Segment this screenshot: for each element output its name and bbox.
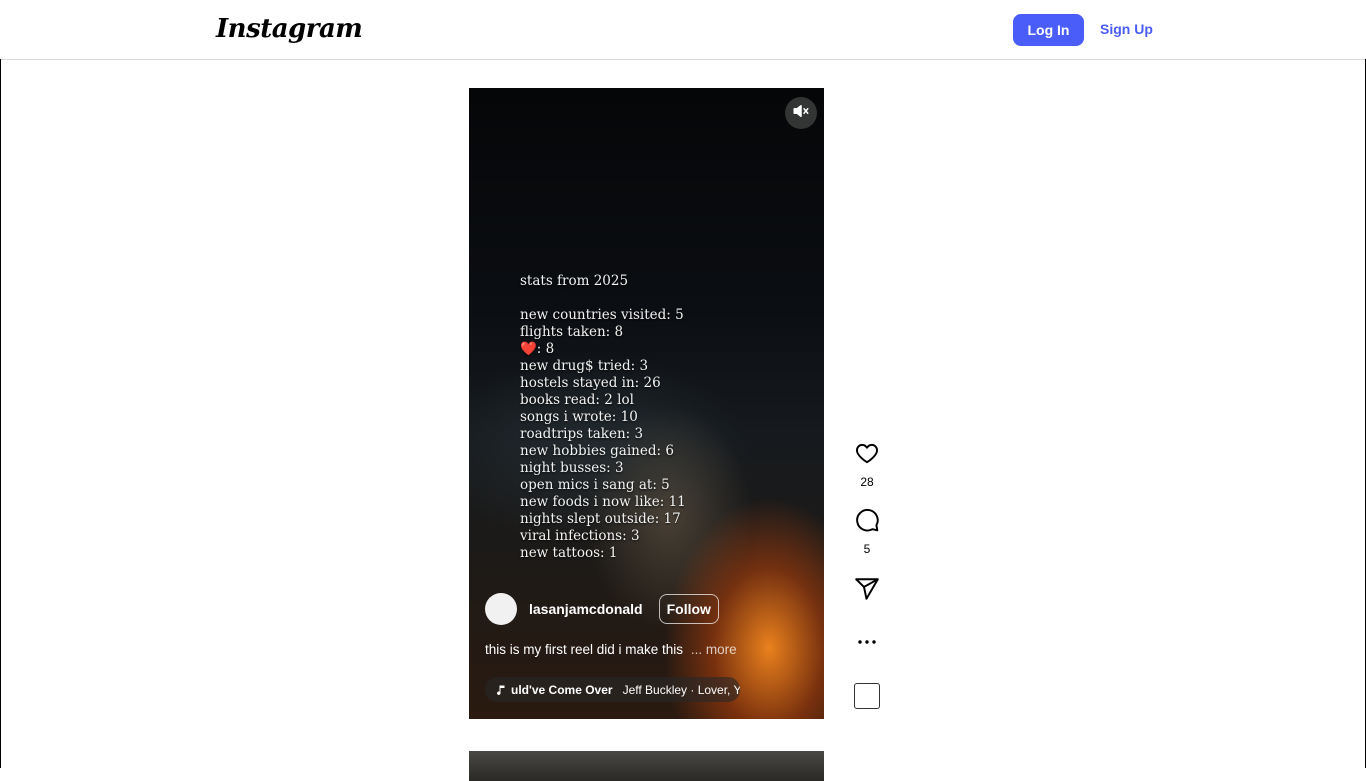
heart-icon (854, 440, 880, 471)
reel-video[interactable]: stats from 2025 new countries visited: 5f… (469, 88, 824, 719)
author-row: lasanjamcdonald Follow (485, 593, 719, 625)
music-artist: Jeff Buckley · Lover, Yo (622, 682, 740, 697)
follow-button[interactable]: Follow (658, 594, 719, 624)
audio-thumbnail-image (854, 683, 880, 709)
reel-caption: this is my first reel did i make this ..… (485, 642, 737, 657)
overlay-text-line: hostels stayed in: 26 (520, 375, 661, 391)
overlay-text-line (520, 290, 686, 307)
avatar[interactable] (485, 593, 517, 625)
music-note-icon (495, 684, 507, 696)
overlay-text-line: open mics i sang at: 5 (520, 477, 670, 493)
overlay-text-line: stats from 2025 (520, 273, 629, 289)
author-username[interactable]: lasanjamcdonald (529, 601, 643, 617)
mute-button[interactable] (785, 97, 817, 129)
more-icon (855, 633, 879, 651)
more-options-button[interactable] (850, 633, 884, 651)
next-reel-preview[interactable] (469, 751, 824, 781)
like-button[interactable]: 28 (850, 440, 884, 489)
reel-actions: 28 5 (850, 440, 884, 709)
like-count: 28 (860, 475, 874, 489)
comment-icon (854, 507, 880, 538)
mute-icon (792, 102, 810, 125)
overlay-text-line: flights taken: 8 (520, 324, 624, 340)
log-in-button[interactable]: Log In (1013, 14, 1084, 46)
share-icon (854, 576, 880, 607)
overlay-text-line: new drug$ tried: 3 (520, 358, 649, 374)
comment-count: 5 (863, 542, 871, 556)
overlay-text-line: roadtrips taken: 3 (520, 426, 644, 442)
audio-thumbnail[interactable] (850, 683, 884, 709)
reel-overlay-text: stats from 2025 new countries visited: 5f… (520, 273, 686, 562)
overlay-text-line: night busses: 3 (520, 460, 624, 476)
overlay-text-line: nights slept outside: 17 (520, 511, 681, 527)
overlay-text-line: books read: 2 lol (520, 392, 634, 408)
instagram-logo[interactable]: Instagram (216, 14, 363, 44)
overlay-text-line: songs i wrote: 10 (520, 409, 638, 425)
overlay-text-line: new countries visited: 5 (520, 307, 684, 323)
caption-more-link[interactable]: ... more (691, 642, 737, 657)
caption-text: this is my first reel did i make this (485, 642, 684, 657)
music-song-title: uld've Come Over (511, 682, 613, 697)
top-navigation-bar: Instagram Log In Sign Up (0, 0, 1366, 60)
overlay-text-line: viral infections: 3 (520, 528, 640, 544)
overlay-text-line: ❤️: 8 (520, 341, 555, 357)
overlay-text-line: new tattoos: 1 (520, 545, 618, 561)
music-attribution[interactable]: uld've Come Over Jeff Buckley · Lover, Y… (485, 677, 740, 702)
comment-button[interactable]: 5 (850, 507, 884, 556)
share-button[interactable] (850, 576, 884, 607)
overlay-text-line: new foods i now like: 11 (520, 494, 686, 510)
overlay-text-line: new hobbies gained: 6 (520, 443, 674, 459)
sign-up-link[interactable]: Sign Up (1100, 21, 1153, 37)
